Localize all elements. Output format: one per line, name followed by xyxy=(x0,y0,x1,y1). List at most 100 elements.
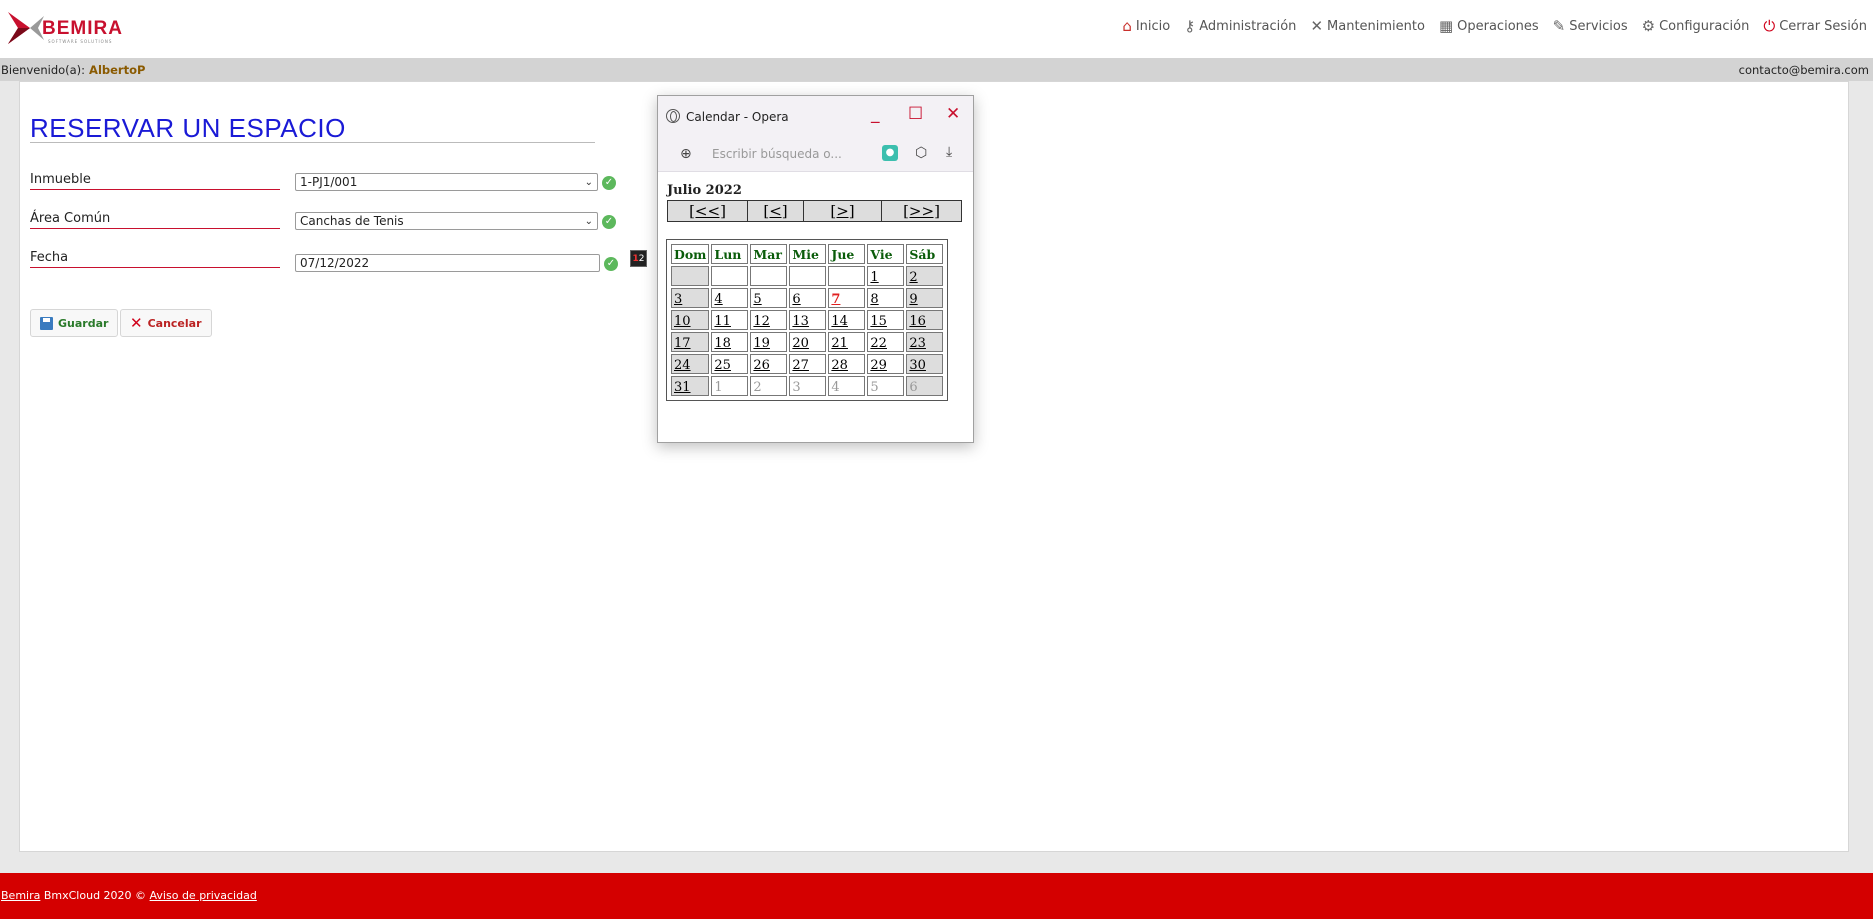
maximize-button[interactable]: ☐ xyxy=(908,104,923,124)
calendar-day[interactable]: 31 xyxy=(671,376,710,396)
calendar-day[interactable]: 11 xyxy=(711,310,749,330)
area-comun-select[interactable]: Canchas de Tenis ⌄ xyxy=(295,212,598,230)
calendar-day-link[interactable]: 31 xyxy=(674,380,691,395)
fecha-input[interactable]: 07/12/2022 xyxy=(295,254,600,272)
save-button[interactable]: Guardar xyxy=(30,309,119,337)
calendar-day-link[interactable]: 23 xyxy=(909,336,926,351)
calendar-day[interactable]: 2 xyxy=(906,266,944,286)
address-input[interactable]: Escribir búsqueda o... xyxy=(712,147,842,161)
calendar-day[interactable]: 14 xyxy=(828,310,866,330)
nav-cerrar-sesion[interactable]: ⏻ Cerrar Sesión xyxy=(1763,17,1867,35)
calendar-day-link[interactable]: 25 xyxy=(714,358,731,373)
bemira-logo[interactable]: BEMIRA SOFTWARE SOLUTIONS xyxy=(8,8,138,48)
calendar-day-link[interactable]: 12 xyxy=(753,314,770,329)
calendar-day[interactable]: 5 xyxy=(750,288,788,308)
fecha-label: Fecha xyxy=(30,250,280,268)
calendar-day[interactable]: 28 xyxy=(828,354,866,374)
calendar-day-link[interactable]: 15 xyxy=(870,314,887,329)
calendar-day-link[interactable]: 17 xyxy=(674,336,691,351)
next-month-button[interactable]: [>] xyxy=(804,201,882,221)
calendar-day-link[interactable]: 14 xyxy=(831,314,848,329)
calendar-day[interactable]: 8 xyxy=(867,288,905,308)
next-year-button[interactable]: [>>] xyxy=(882,201,961,221)
download-icon[interactable]: ⤓ xyxy=(946,144,952,160)
calendar-day[interactable]: 30 xyxy=(906,354,944,374)
nav-mantenimiento[interactable]: ✕ Mantenimiento xyxy=(1310,17,1425,35)
calendar-day-link[interactable]: 2 xyxy=(909,270,917,285)
calendar-day-link[interactable]: 5 xyxy=(753,292,761,307)
calendar-day[interactable]: 15 xyxy=(867,310,905,330)
nav-administracion[interactable]: ⚷ Administración xyxy=(1184,17,1296,35)
calendar-day[interactable]: 21 xyxy=(828,332,866,352)
calendar-day-link[interactable]: 29 xyxy=(870,358,887,373)
close-window-button[interactable]: ✕ xyxy=(946,104,960,124)
nav-operaciones[interactable]: ▦ Operaciones xyxy=(1439,17,1539,35)
nav-servicios[interactable]: ✎ Servicios xyxy=(1553,17,1628,35)
inmueble-select[interactable]: 1-PJ1/001 ⌄ xyxy=(295,173,598,191)
calendar-day-link[interactable]: 28 xyxy=(831,358,848,373)
privacy-link[interactable]: Aviso de privacidad xyxy=(150,889,257,902)
location-pin-icon[interactable]: ● xyxy=(882,145,898,161)
calendar-day-link[interactable]: 3 xyxy=(674,292,682,307)
minimize-button[interactable]: _ xyxy=(871,104,880,124)
footer-brand-link[interactable]: Bemira xyxy=(1,889,40,902)
popup-titlebar[interactable]: Calendar - Opera _ ☐ ✕ xyxy=(658,96,973,136)
calendar-day-link[interactable]: 9 xyxy=(909,292,917,307)
calendar-day-link[interactable]: 16 xyxy=(909,314,926,329)
calendar-day[interactable]: 10 xyxy=(671,310,710,330)
calendar-day[interactable]: 29 xyxy=(867,354,905,374)
calendar-day-other-month: 2 xyxy=(750,376,788,396)
calendar-day-link[interactable]: 11 xyxy=(714,314,731,329)
welcome-prefix: Bienvenido(a): xyxy=(1,63,86,77)
calendar-day[interactable]: 7 xyxy=(828,288,866,308)
nav-configuracion[interactable]: ⚙ Configuración xyxy=(1642,17,1750,35)
calendar-day[interactable]: 27 xyxy=(789,354,827,374)
prev-year-button[interactable]: [<<] xyxy=(668,201,748,221)
calendar-day[interactable]: 9 xyxy=(906,288,944,308)
calendar-day[interactable]: 22 xyxy=(867,332,905,352)
welcome-user: AlbertoP xyxy=(89,63,146,77)
calendar-day[interactable]: 20 xyxy=(789,332,827,352)
calendar-day-link[interactable]: 1 xyxy=(870,270,878,285)
calendar-day-link[interactable]: 26 xyxy=(753,358,770,373)
calendar-day[interactable]: 23 xyxy=(906,332,944,352)
calendar-day[interactable]: 13 xyxy=(789,310,827,330)
calendar-day-link[interactable]: 24 xyxy=(674,358,691,373)
calendar-day[interactable]: 25 xyxy=(711,354,749,374)
cancel-button[interactable]: ✕ Cancelar xyxy=(120,309,212,337)
calendar-day-link[interactable]: 10 xyxy=(674,314,691,329)
calendar-day-link[interactable]: 18 xyxy=(714,336,731,351)
calendar-day-link[interactable]: 6 xyxy=(792,292,800,307)
calendar-day-link[interactable]: 22 xyxy=(870,336,887,351)
calendar-day[interactable]: 1 xyxy=(867,266,905,286)
calendar-day[interactable]: 3 xyxy=(671,288,710,308)
close-icon: ✕ xyxy=(130,314,143,332)
nav-label: Configuración xyxy=(1659,18,1750,34)
calendar-day[interactable]: 19 xyxy=(750,332,788,352)
calendar-day[interactable]: 18 xyxy=(711,332,749,352)
calendar-day[interactable]: 26 xyxy=(750,354,788,374)
month-title: Julio 2022 xyxy=(667,183,742,198)
calendar-day[interactable]: 24 xyxy=(671,354,710,374)
calendar-day-link[interactable]: 7 xyxy=(831,292,840,307)
calendar-day-link[interactable]: 27 xyxy=(792,358,809,373)
calendar-icon[interactable]: 12 xyxy=(630,250,647,267)
prev-month-button[interactable]: [<] xyxy=(748,201,804,221)
calendar-day-link[interactable]: 20 xyxy=(792,336,809,351)
calendar-week-row: 31 1 2 3 4 5 6 xyxy=(671,376,944,396)
calendar-day-link[interactable]: 30 xyxy=(909,358,926,373)
calendar-day[interactable]: 6 xyxy=(789,288,827,308)
calendar-day-link[interactable]: 19 xyxy=(753,336,770,351)
calendar-day[interactable]: 4 xyxy=(711,288,749,308)
calendar-day[interactable]: 16 xyxy=(906,310,944,330)
calendar-day-link[interactable]: 21 xyxy=(831,336,848,351)
calendar-day-link[interactable]: 4 xyxy=(714,292,722,307)
nav-inicio[interactable]: ⌂ Inicio xyxy=(1122,17,1170,35)
calendar-day-empty xyxy=(750,266,788,286)
logo-text: BEMIRA xyxy=(42,18,123,39)
calendar-day-link[interactable]: 8 xyxy=(870,292,878,307)
calendar-day[interactable]: 12 xyxy=(750,310,788,330)
calendar-day[interactable]: 17 xyxy=(671,332,710,352)
calendar-day-link[interactable]: 13 xyxy=(792,314,809,329)
cube-icon[interactable]: ⬡ xyxy=(915,145,927,161)
